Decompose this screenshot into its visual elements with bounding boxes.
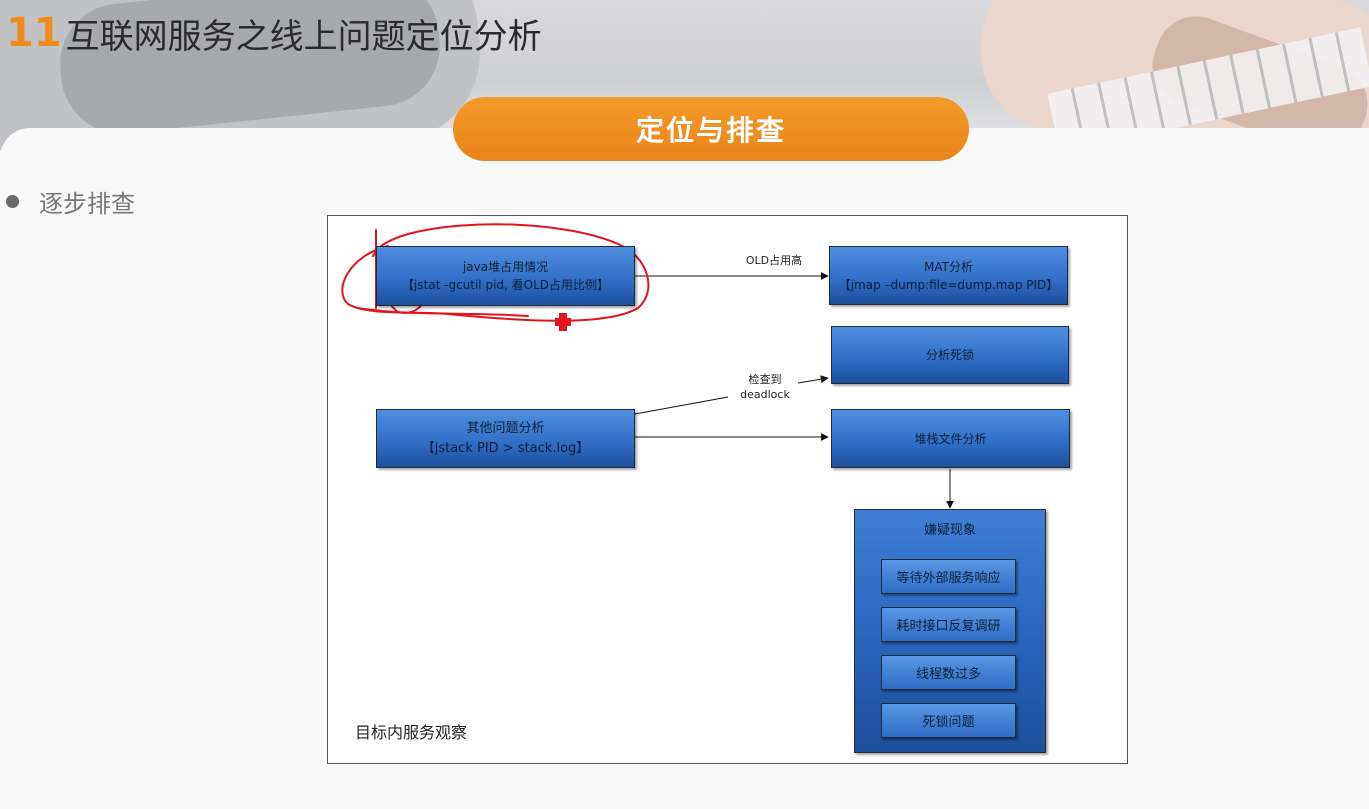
bullet-dot-icon bbox=[6, 195, 19, 208]
slide-title-text: 互联网服务之线上问题定位分析 bbox=[65, 16, 542, 57]
node-other-line2: 【jstack PID > stack.log】 bbox=[421, 440, 590, 456]
node-mat: MAT分析 【jmap –dump:file=dump.map PID】 bbox=[829, 246, 1068, 305]
edge-other-to-deadlock bbox=[634, 396, 729, 415]
edge-label-check-line1: 检查到 bbox=[748, 373, 782, 386]
node-stack-file: 堆栈文件分析 bbox=[831, 409, 1070, 468]
node-java-heap-line2: 【jstat -gcutil pid, 看OLD占用比例】 bbox=[401, 278, 610, 292]
slide-title: 11 互联网服务之线上问题定位分析 bbox=[6, 8, 542, 58]
node-other: 其他问题分析 【jstack PID > stack.log】 bbox=[376, 409, 635, 468]
suspects-title: 嫌疑现象 bbox=[923, 523, 976, 538]
diagram-frame: java堆占用情况 【jstat -gcutil pid, 看OLD占用比例】 … bbox=[327, 215, 1128, 764]
node-mat-line2: 【jmap –dump:file=dump.map PID】 bbox=[838, 277, 1059, 292]
bullet-item: 逐步排查 bbox=[6, 184, 135, 219]
node-other-line1: 其他问题分析 bbox=[466, 421, 545, 436]
edge-label-check-line2: deadlock bbox=[740, 387, 790, 401]
suspect-item: 死锁问题 bbox=[881, 703, 1016, 738]
suspects-group: 嫌疑现象 等待外部服务响应 耗时接口反复调研 线程数过多 死锁问题 bbox=[854, 509, 1046, 753]
node-stack-file-line1: 堆栈文件分析 bbox=[914, 431, 987, 446]
red-cross-icon bbox=[555, 313, 571, 331]
section-pill: 定位与排查 bbox=[453, 97, 969, 161]
bullet-text: 逐步排查 bbox=[39, 190, 135, 218]
suspect-item: 耗时接口反复调研 bbox=[881, 607, 1016, 642]
node-deadlock: 分析死锁 bbox=[831, 326, 1069, 384]
node-java-heap: java堆占用情况 【jstat -gcutil pid, 看OLD占用比例】 bbox=[376, 246, 635, 306]
suspect-item: 等待外部服务响应 bbox=[881, 559, 1016, 594]
edge-label-old-high: OLD占用高 bbox=[745, 254, 803, 267]
node-java-heap-line1: java堆占用情况 bbox=[462, 260, 549, 274]
node-deadlock-line1: 分析死锁 bbox=[925, 348, 974, 362]
edge-label-check: 检查到 deadlock bbox=[724, 373, 806, 403]
node-mat-line1: MAT分析 bbox=[924, 259, 973, 274]
suspect-item: 线程数过多 bbox=[881, 655, 1016, 690]
diagram-caption: 目标内服务观察 bbox=[355, 723, 468, 742]
slide-number: 11 bbox=[6, 10, 62, 56]
